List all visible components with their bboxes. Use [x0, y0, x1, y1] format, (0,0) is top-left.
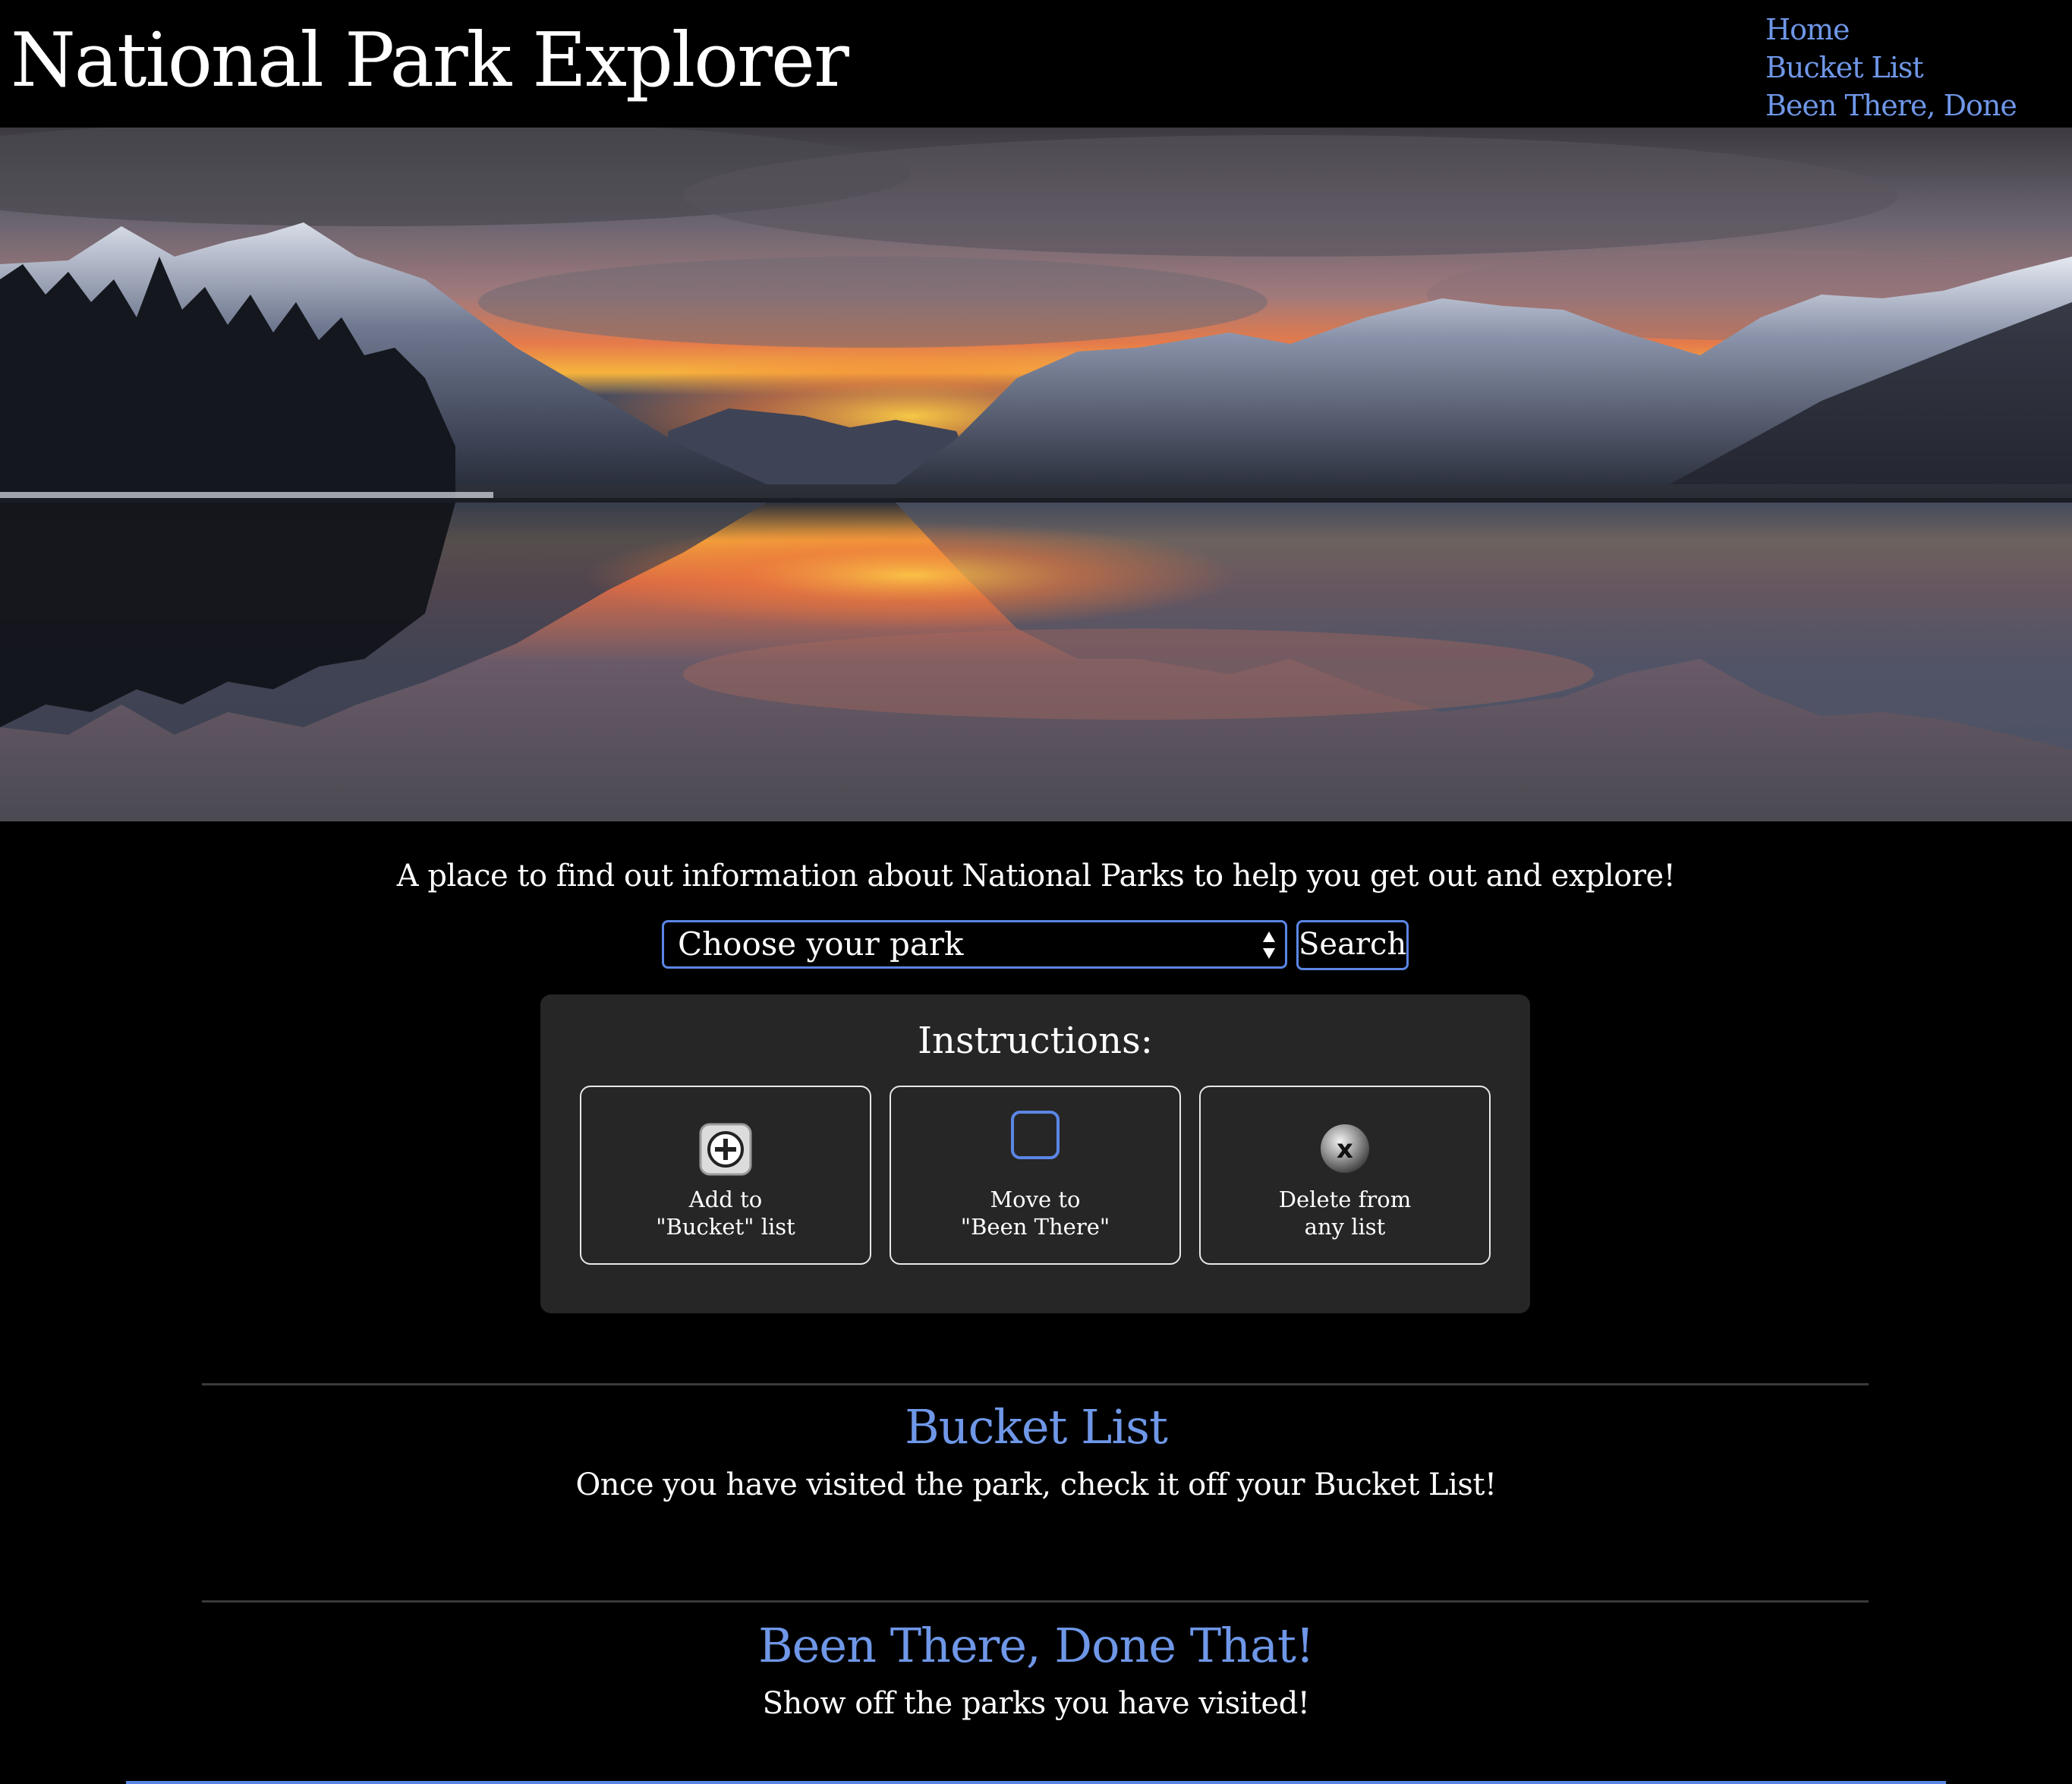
- bucket-list-title: Bucket List: [905, 1399, 1168, 1455]
- park-select[interactable]: Choose your park: [662, 920, 1287, 969]
- been-there-subtitle: Show off the parks you have visited!: [762, 1686, 1310, 1721]
- instruction-card-move: Move to "Been There": [890, 1086, 1181, 1265]
- site-title: National Park Explorer: [11, 17, 849, 104]
- intro-tagline: A place to find out information about Na…: [396, 859, 1676, 894]
- nav-link-bucket-list[interactable]: Bucket List: [1765, 49, 2072, 87]
- park-search-form: Choose your park Search: [662, 920, 1409, 970]
- search-button[interactable]: Search: [1296, 920, 1409, 970]
- site-header: National Park Explorer Home Bucket List …: [0, 0, 2072, 160]
- card-add-line2: "Bucket" list: [656, 1214, 795, 1240]
- hero-image: [0, 128, 2072, 821]
- nav-link-home[interactable]: Home: [1765, 11, 2072, 49]
- been-there-title: Been There, Done That!: [758, 1618, 1315, 1673]
- card-move-line1: Move to: [990, 1187, 1081, 1212]
- park-select-value: Choose your park: [678, 925, 964, 963]
- instructions-title: Instructions:: [918, 1020, 1153, 1062]
- instruction-card-add: Add to "Bucket" list: [580, 1086, 871, 1265]
- instruction-card-delete: x Delete from any list: [1199, 1086, 1491, 1265]
- bottom-border: [126, 1781, 1946, 1784]
- instructions-panel: Instructions: Add to "Bucket" list Move …: [540, 994, 1530, 1313]
- section-divider: [202, 1600, 1869, 1603]
- delete-icon: x: [1321, 1124, 1369, 1173]
- add-icon: [699, 1123, 752, 1176]
- card-move-line2: "Been There": [960, 1214, 1110, 1240]
- card-delete-line2: any list: [1304, 1214, 1386, 1240]
- card-add-line1: Add to: [688, 1187, 763, 1212]
- card-delete-line1: Delete from: [1278, 1187, 1412, 1212]
- checkbox-icon: [1011, 1111, 1060, 1159]
- section-divider: [202, 1383, 1869, 1385]
- bucket-list-subtitle: Once you have visited the park, check it…: [575, 1467, 1497, 1502]
- svg-text:x: x: [1337, 1134, 1353, 1165]
- select-arrows-icon: [1263, 931, 1275, 959]
